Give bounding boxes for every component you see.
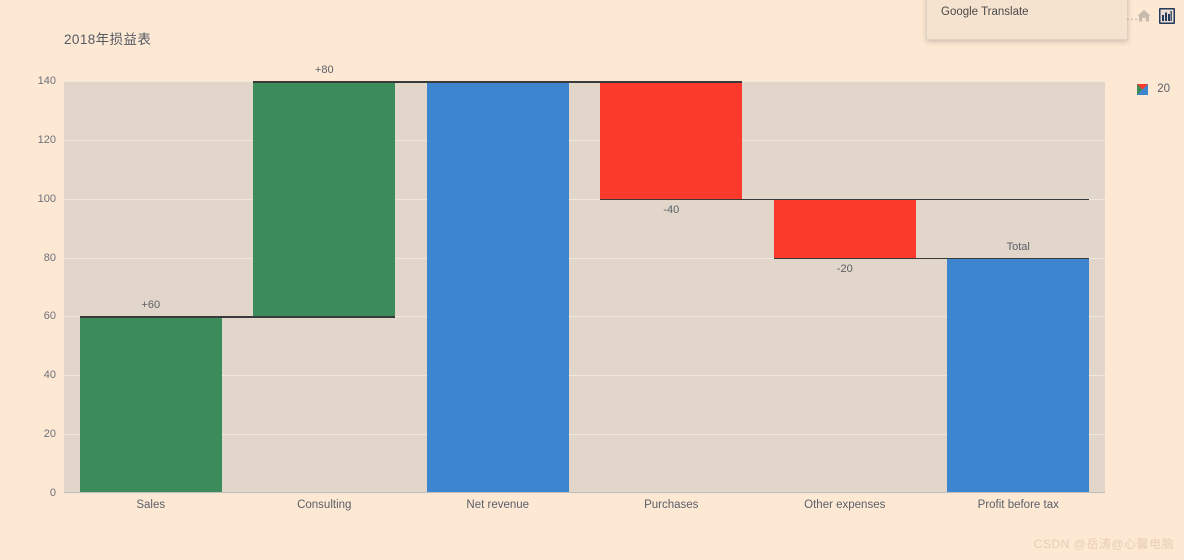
legend-item-label: 20 [1157, 83, 1170, 95]
y-axis-tick-label: 0 [49, 487, 56, 499]
y-axis-tick-label: 120 [37, 133, 56, 146]
x-axis-tick-label: Profit before tax [977, 499, 1059, 511]
browser-overlay: Google Translate … [0, 0, 1184, 40]
x-axis-tick-label: Consulting [297, 499, 352, 511]
bar-purchases[interactable] [600, 81, 743, 199]
y-axis-tick-label: 60 [43, 310, 56, 323]
x-axis-tick-label: Other expenses [804, 499, 886, 511]
chart-legend[interactable]: 20 [1137, 83, 1170, 95]
y-axis-tick-label: 40 [43, 369, 56, 382]
y-axis-tick-label: 20 [43, 428, 56, 441]
x-axis-tick-label: Net revenue [466, 499, 530, 511]
data-label: +60 [141, 299, 161, 312]
chart-extension-icon[interactable] [1159, 8, 1175, 24]
data-label: -40 [663, 203, 680, 216]
waterfall-connector [773, 198, 1090, 201]
x-axis-tick-label: Purchases [644, 499, 699, 511]
waterfall-chart[interactable]: 0 20 40 60 80 100 120 140 +60 +80 -40 -20 Total Sal… [38, 64, 1105, 511]
home-icon[interactable] [1136, 8, 1152, 24]
bar-other-expenses[interactable] [773, 198, 916, 258]
bar-net-revenue[interactable] [426, 81, 569, 493]
x-axis-line [64, 492, 1105, 493]
waterfall-swatch-icon [1137, 83, 1149, 95]
google-translate-label[interactable]: Google Translate [941, 6, 1029, 18]
page-title: 2018年损益表 [64, 32, 152, 47]
waterfall-connector [79, 316, 396, 318]
google-translate-popup[interactable]: Google Translate [926, 0, 1128, 40]
x-axis-tick-label: Sales [136, 499, 166, 511]
waterfall-connector-total [773, 257, 1090, 260]
waterfall-connector [426, 81, 743, 83]
y-axis-tick-label: 100 [37, 192, 56, 205]
y-axis-tick-label: 80 [43, 251, 56, 264]
data-label: +80 [314, 64, 334, 76]
partial-cut-icon: … [1125, 8, 1139, 23]
data-label: -20 [836, 262, 853, 275]
y-axis-tick-label: 140 [37, 75, 56, 87]
watermark: CSDN @岳涛@心馨电脑 [1033, 537, 1174, 551]
data-label: Total [1006, 240, 1030, 253]
bar-consulting[interactable] [253, 81, 396, 317]
gridline [64, 139, 1105, 141]
bar-sales[interactable] [79, 316, 222, 493]
bar-profit-before-tax[interactable] [947, 257, 1090, 493]
gridline [64, 493, 1105, 494]
